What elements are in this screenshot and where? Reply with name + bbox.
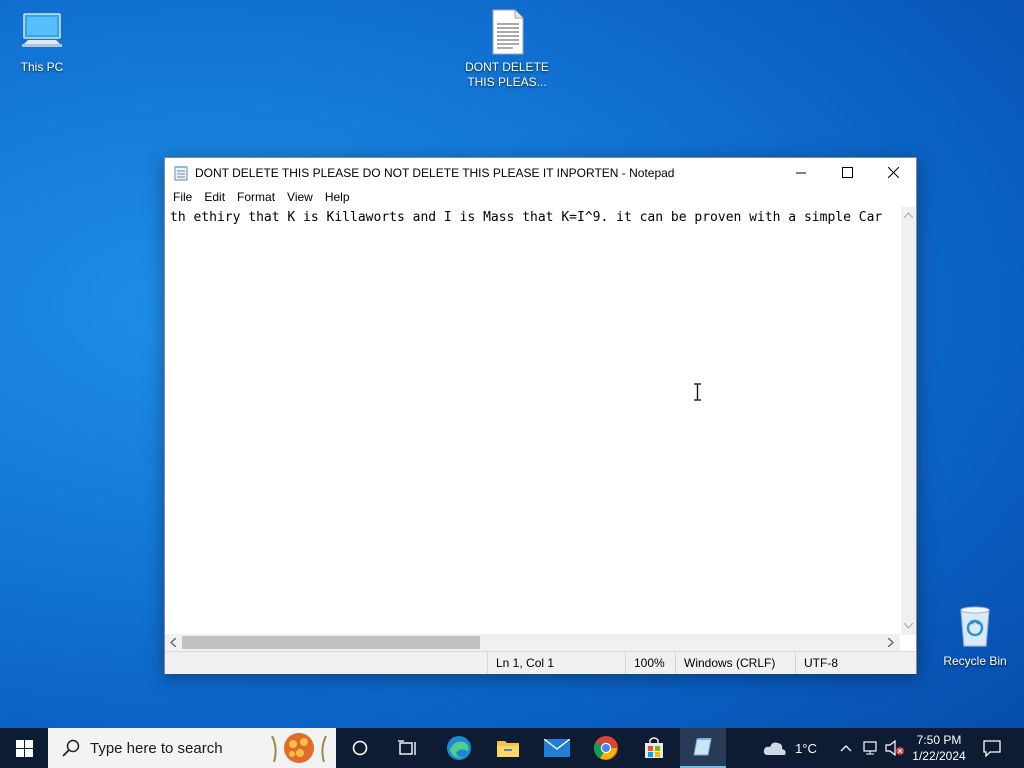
weather-temperature: 1°C bbox=[795, 740, 817, 756]
taskbar-search-box[interactable]: Type here to search bbox=[48, 728, 336, 768]
taskbar-mail[interactable] bbox=[535, 728, 579, 768]
status-encoding: UTF-8 bbox=[804, 656, 838, 670]
show-hidden-icons-button[interactable] bbox=[836, 728, 856, 768]
horizontal-scroll-thumb[interactable] bbox=[182, 636, 480, 649]
notifications-button[interactable] bbox=[974, 728, 1010, 768]
clock-time: 7:50 PM bbox=[916, 733, 962, 747]
search-placeholder: Type here to search bbox=[90, 739, 223, 757]
network-icon bbox=[863, 741, 877, 755]
cortana-button[interactable] bbox=[338, 728, 382, 768]
vertical-scrollbar[interactable] bbox=[901, 207, 916, 635]
status-line-ending: Windows (CRLF) bbox=[684, 656, 776, 670]
maximize-icon bbox=[841, 167, 853, 178]
menu-bar: File Edit Format View Help bbox=[165, 187, 916, 207]
title-bar[interactable]: DONT DELETE THIS PLEASE DO NOT DELETE TH… bbox=[165, 158, 916, 187]
menu-file[interactable]: File bbox=[167, 190, 198, 204]
chevron-up-icon bbox=[840, 745, 852, 752]
status-bar: Ln 1, Col 1 100% Windows (CRLF) UTF-8 bbox=[165, 651, 916, 674]
recycle-bin-icon bbox=[960, 606, 990, 647]
cortana-icon bbox=[352, 740, 368, 756]
folder-icon bbox=[497, 741, 519, 757]
text-cursor-icon bbox=[694, 383, 701, 401]
notepad-icon bbox=[174, 165, 188, 180]
chrome-icon bbox=[593, 736, 618, 760]
windows-logo-icon bbox=[15, 739, 33, 757]
notepad-window[interactable]: DONT DELETE THIS PLEASE DO NOT DELETE TH… bbox=[164, 157, 917, 674]
taskbar-edge[interactable] bbox=[437, 728, 481, 768]
taskbar-notepad-active[interactable] bbox=[680, 728, 726, 768]
mail-icon bbox=[544, 739, 570, 757]
volume-button[interactable] bbox=[884, 728, 906, 768]
task-view-button[interactable] bbox=[386, 728, 430, 768]
notepad-icon bbox=[693, 738, 712, 756]
task-view-icon bbox=[398, 740, 416, 755]
store-icon bbox=[645, 737, 663, 758]
scroll-up-arrow-icon[interactable] bbox=[904, 212, 913, 218]
taskbar-store[interactable] bbox=[632, 728, 676, 768]
window-title: DONT DELETE THIS PLEASE DO NOT DELETE TH… bbox=[195, 165, 675, 180]
desktop-icon-recycle-bin[interactable]: Recycle Bin bbox=[933, 602, 1017, 669]
status-zoom: 100% bbox=[634, 656, 665, 670]
horizontal-scrollbar[interactable] bbox=[165, 634, 900, 651]
network-button[interactable] bbox=[860, 728, 882, 768]
weather-widget[interactable]: 1°C bbox=[760, 728, 820, 768]
taskbar-file-explorer[interactable] bbox=[486, 728, 530, 768]
notification-icon bbox=[983, 739, 1001, 757]
start-button[interactable] bbox=[0, 728, 48, 768]
search-icon bbox=[62, 739, 80, 757]
status-cursor-position: Ln 1, Col 1 bbox=[496, 656, 555, 670]
close-icon bbox=[887, 167, 899, 178]
search-highlight-icon bbox=[271, 733, 327, 763]
scroll-left-arrow-icon[interactable] bbox=[170, 638, 176, 647]
maximize-button[interactable] bbox=[824, 158, 870, 187]
desktop-icon-text-file[interactable]: DONT DELETE THIS PLEAS... bbox=[465, 8, 549, 90]
menu-edit[interactable]: Edit bbox=[198, 190, 231, 204]
desktop-icon-label: Recycle Bin bbox=[943, 654, 1007, 668]
desktop-icon-label: DONT DELETE THIS PLEAS... bbox=[465, 60, 549, 89]
edge-icon bbox=[447, 736, 471, 760]
close-button[interactable] bbox=[870, 158, 916, 187]
volume-muted-icon bbox=[885, 740, 904, 756]
desktop-icon-this-pc[interactable]: This PC bbox=[0, 8, 84, 75]
cloud-icon bbox=[763, 742, 786, 755]
minimize-icon bbox=[796, 172, 806, 173]
computer-icon bbox=[22, 13, 62, 47]
clock[interactable]: 7:50 PM 1/22/2024 bbox=[908, 728, 970, 768]
menu-view[interactable]: View bbox=[281, 190, 319, 204]
scroll-down-arrow-icon[interactable] bbox=[904, 623, 913, 629]
taskbar: Type here to search 1°C 7:50 PM 1/22/202… bbox=[0, 728, 1024, 768]
scroll-right-arrow-icon[interactable] bbox=[888, 638, 894, 647]
minimize-button[interactable] bbox=[778, 158, 824, 187]
menu-help[interactable]: Help bbox=[319, 190, 356, 204]
menu-format[interactable]: Format bbox=[231, 190, 281, 204]
taskbar-chrome[interactable] bbox=[584, 728, 628, 768]
desktop-icon-label: This PC bbox=[20, 60, 64, 74]
text-file-icon bbox=[492, 9, 524, 55]
clock-date: 1/22/2024 bbox=[912, 749, 966, 763]
text-editor[interactable]: th ethiry that K is Killaworts and I is … bbox=[165, 207, 900, 634]
